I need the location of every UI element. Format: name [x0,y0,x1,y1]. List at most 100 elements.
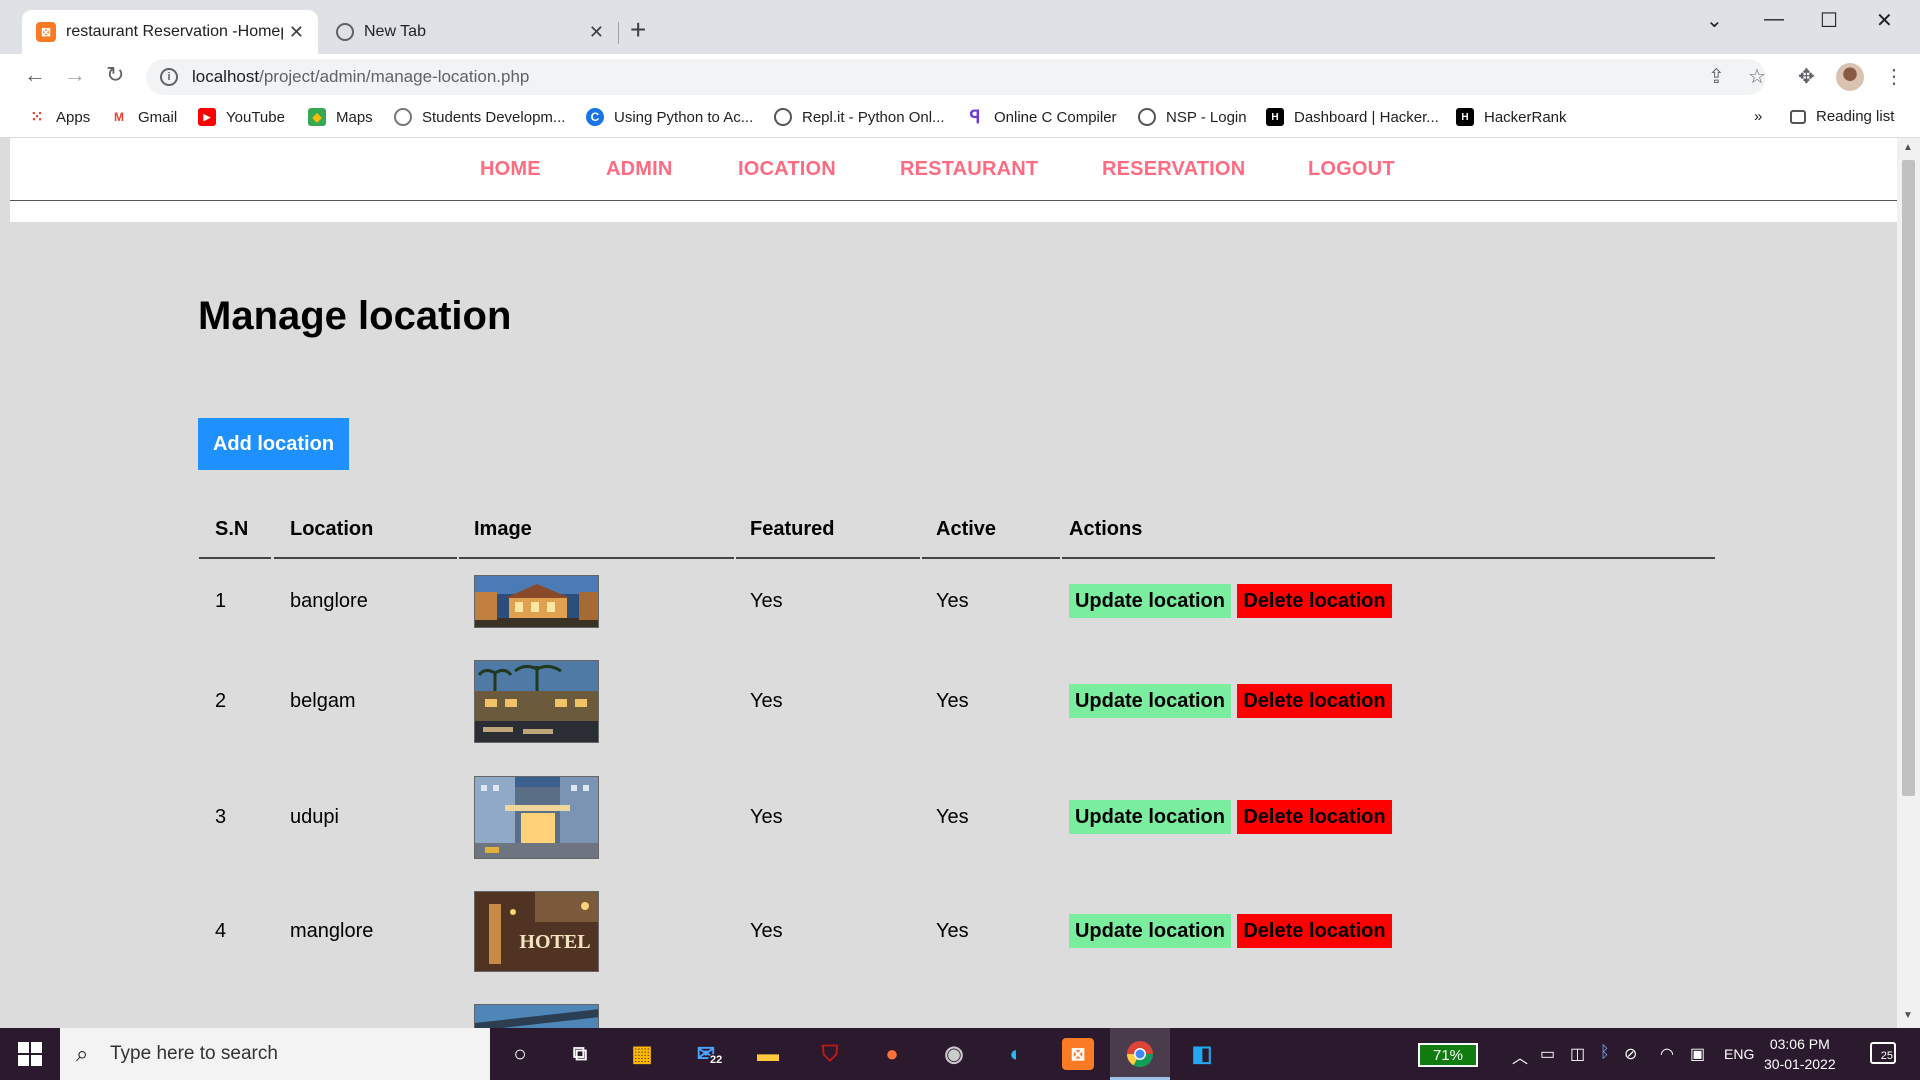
column-header-actions: Actions [1069,518,1143,540]
xampp-icon[interactable]: ⊠ [1062,1038,1094,1070]
camera-icon[interactable]: ◉ [938,1038,970,1070]
device-tray-icon[interactable]: ◫ [1570,1044,1585,1064]
update-location-button[interactable]: Update location [1069,684,1231,718]
vscode-icon[interactable]: ◧ [1186,1038,1218,1070]
cortana-icon[interactable]: ○ [504,1038,536,1070]
column-header-active: Active [936,518,997,540]
chrome-icon[interactable] [1124,1038,1156,1070]
row-sn: 1 [215,590,227,612]
chrome-menu-icon[interactable]: ⋮ [1884,64,1904,89]
tab-new-tab[interactable]: New Tab ✕ [322,10,618,54]
bluetooth-icon[interactable]: ᛒ [1600,1044,1610,1062]
microsoft-store-icon[interactable]: ▦ [626,1038,658,1070]
replit-icon [774,108,792,126]
nav-home-link[interactable]: HOME [480,158,541,181]
scroll-up-arrow-icon[interactable]: ▲ [1903,142,1913,153]
scroll-down-arrow-icon[interactable]: ▼ [1903,1010,1913,1021]
header-underline [922,557,1060,559]
minimize-icon[interactable]: — [1764,8,1784,31]
location-image-manglore: HOTEL [474,891,599,972]
windows-start-icon[interactable] [18,1042,42,1066]
bookmark-hackerrank[interactable]: H HackerRank [1456,108,1567,126]
bookmark-using-python[interactable]: C Using Python to Ac... [586,108,753,126]
firefox-icon[interactable]: ● [876,1038,908,1070]
close-tab-icon[interactable]: ✕ [289,22,304,43]
globe-icon [394,108,412,126]
show-hidden-icons-chevron-icon[interactable]: ︿ [1512,1044,1528,1068]
youtube-icon: ▶ [198,108,216,126]
language-indicator[interactable]: ENG [1724,1046,1754,1062]
bookmark-students-development[interactable]: Students Developm... [394,108,565,126]
header-underline [199,557,271,559]
edge-icon[interactable]: ◐ [1000,1038,1032,1070]
bookmark-youtube[interactable]: ▶ YouTube [198,108,285,126]
bookmark-gmail[interactable]: M Gmail [110,108,177,126]
update-location-button[interactable]: Update location [1069,800,1231,834]
task-view-icon[interactable]: ⧉ [564,1038,596,1070]
row-featured: Yes [750,920,783,942]
close-tab-icon[interactable]: ✕ [589,22,604,43]
nav-location-link[interactable]: IOCATION [738,158,836,181]
maximize-icon[interactable]: ☐ [1820,8,1838,33]
bookmark-nsp-login[interactable]: NSP - Login [1138,108,1247,126]
reading-list-icon [1790,109,1806,124]
address-bar[interactable]: i localhost/project/admin/manage-locatio… [146,59,1766,95]
bookmark-dashboard-hackerrank[interactable]: H Dashboard | Hacker... [1266,108,1439,126]
notification-center-icon[interactable]: 25 [1870,1042,1896,1064]
page-scrollbar[interactable]: ▲ ▼ [1897,138,1920,1028]
nav-logout-link[interactable]: LOGOUT [1308,158,1395,181]
nav-restaurant-link[interactable]: RESTAURANT [900,158,1038,181]
delete-location-button[interactable]: Delete location [1237,800,1392,834]
battery-indicator[interactable]: 71% [1418,1043,1478,1067]
bookmark-star-icon[interactable]: ☆ [1748,64,1766,89]
back-arrow-icon[interactable]: ← [24,62,46,88]
row-location: banglore [290,590,368,612]
update-location-button[interactable]: Update location [1069,584,1231,618]
network-off-icon[interactable]: ⊘ [1624,1044,1637,1064]
new-tab-plus-icon[interactable]: + [630,14,646,46]
mail-icon[interactable]: ✉ 22 [690,1038,725,1070]
column-header-location: Location [290,518,374,540]
delete-location-button[interactable]: Delete location [1237,584,1392,618]
profile-avatar[interactable] [1836,63,1864,91]
menu-divider [10,200,1897,201]
tab-search-chevron-icon[interactable]: ⌄ [1706,8,1723,33]
file-explorer-icon[interactable]: ▬ [752,1038,784,1070]
share-icon[interactable]: ⇪ [1708,64,1725,89]
nav-admin-link[interactable]: ADMIN [606,158,673,181]
nav-reservation-link[interactable]: RESERVATION [1102,158,1245,181]
close-window-icon[interactable]: ✕ [1876,8,1893,33]
add-location-button[interactable]: Add location [198,418,349,470]
reload-icon[interactable]: ↻ [106,62,124,88]
reading-list[interactable]: Reading list [1790,108,1894,125]
delete-location-button[interactable]: Delete location [1237,914,1392,948]
update-location-button[interactable]: Update location [1069,914,1231,948]
header-underline [1062,557,1715,559]
mcafee-icon[interactable]: ⛉ [814,1038,846,1070]
scrollbar-thumb[interactable] [1902,160,1915,796]
tab-restaurant-reservation[interactable]: ⊠ restaurant Reservation -Homepa ✕ [22,10,318,54]
site-info-icon[interactable]: i [160,68,178,86]
bookmark-maps[interactable]: ◆ Maps [308,108,373,126]
more-bookmarks-chevron[interactable]: » [1754,108,1762,125]
bookmark-apps[interactable]: ⁙ Apps [28,108,90,127]
search-icon: ⌕ [76,1041,89,1066]
globe-icon [336,23,354,41]
row-featured: Yes [750,690,783,712]
row-location: belgam [290,690,356,712]
delete-location-button[interactable]: Delete location [1237,684,1392,718]
wifi-icon[interactable]: ◠ [1660,1044,1674,1064]
display-icon[interactable]: ▣ [1690,1044,1705,1064]
row-featured: Yes [750,806,783,828]
header-underline [459,557,734,559]
row-location: udupi [290,806,339,828]
system-clock[interactable]: 03:06 PM 30-01-2022 [1764,1034,1836,1074]
battery-tray-icon[interactable]: ▭ [1540,1044,1555,1064]
extensions-puzzle-icon[interactable]: ✥ [1798,64,1815,89]
row-active: Yes [936,690,969,712]
forward-arrow-icon[interactable]: → [64,62,86,88]
bookmark-online-c-compiler[interactable]: ꟼ Online C Compiler [966,107,1117,127]
taskbar-search-box[interactable]: ⌕ Type here to search [60,1028,490,1080]
bookmark-replit[interactable]: Repl.it - Python Onl... [774,108,945,126]
location-image-banglore [474,575,599,628]
